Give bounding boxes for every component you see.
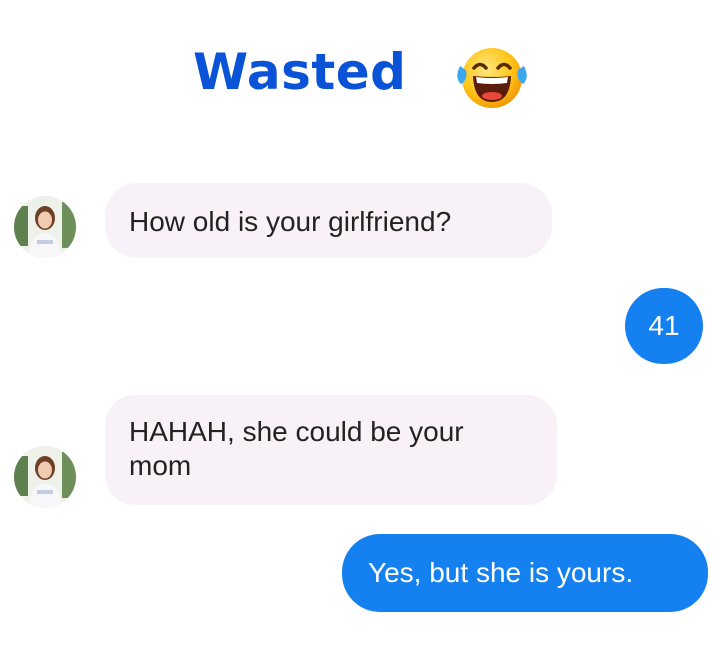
contact-avatar[interactable] [14,196,76,258]
header: Wasted [0,40,720,120]
contact-avatar[interactable] [14,446,76,508]
message-bubble-incoming: How old is your girlfriend? [105,183,552,258]
avatar-photo [14,196,76,258]
face-with-tears-of-joy-icon [457,48,527,108]
message-bubble-outgoing: 41 [625,288,703,364]
message-bubble-outgoing: Yes, but she is yours. [342,534,708,612]
avatar-photo [14,446,76,508]
message-bubble-incoming: HAHAH, she could be your mom [105,395,557,505]
page-title: Wasted [193,43,407,101]
